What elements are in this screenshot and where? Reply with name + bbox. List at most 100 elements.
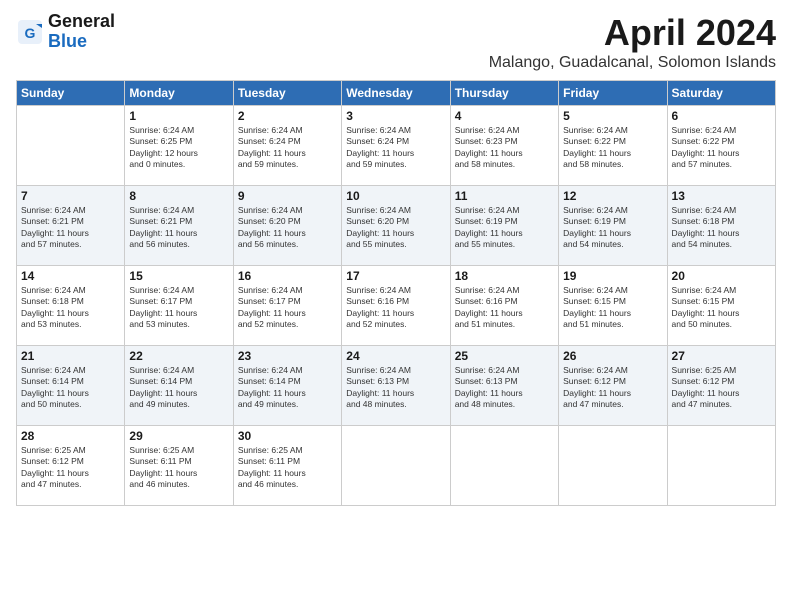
calendar-week-row: 28 Sunrise: 6:25 AMSunset: 6:12 PMDayligh… [17,426,776,506]
calendar-cell: 13Sunrise: 6:24 AMSunset: 6:18 PMDayligh… [667,186,775,266]
calendar-cell: 30 Sunrise: 6:25 AMSunset: 6:11 PMDayligh… [233,426,341,506]
day-number: 6 [672,109,771,123]
day-info: Sunrise: 6:24 AMSunset: 6:15 PMDaylight:… [563,285,662,331]
day-number: 21 [21,349,120,363]
day-info: Sunrise: 6:24 AMSunset: 6:16 PMDaylight:… [346,285,445,331]
weekday-header: Wednesday [342,81,450,106]
day-info: Sunrise: 6:24 AMSunset: 6:12 PMDaylight:… [563,365,662,411]
calendar-header-row: SundayMondayTuesdayWednesdayThursdayFrid… [17,81,776,106]
calendar-cell: 14Sunrise: 6:24 AMSunset: 6:18 PMDayligh… [17,266,125,346]
day-number: 15 [129,269,228,283]
day-number: 2 [238,109,337,123]
day-info: Sunrise: 6:24 AMSunset: 6:19 PMDaylight:… [563,205,662,251]
day-info: Sunrise: 6:24 AMSunset: 6:22 PMDaylight:… [672,125,771,171]
day-number: 17 [346,269,445,283]
calendar-cell: 11 Sunrise: 6:24 AMSunset: 6:19 PMDayligh… [450,186,558,266]
day-info: Sunrise: 6:24 AMSunset: 6:17 PMDaylight:… [129,285,228,331]
day-number: 1 [129,109,228,123]
day-number: 7 [21,189,120,203]
day-info: Sunrise: 6:24 AMSunset: 6:20 PMDaylight:… [346,205,445,251]
calendar-cell: 17 Sunrise: 6:24 AMSunset: 6:16 PMDayligh… [342,266,450,346]
calendar-cell: 8 Sunrise: 6:24 AMSunset: 6:21 PMDaylight… [125,186,233,266]
day-info: Sunrise: 6:24 AMSunset: 6:14 PMDaylight:… [129,365,228,411]
calendar-cell: 19 Sunrise: 6:24 AMSunset: 6:15 PMDayligh… [559,266,667,346]
calendar-week-row: 7 Sunrise: 6:24 AMSunset: 6:21 PMDaylight… [17,186,776,266]
day-info: Sunrise: 6:25 AMSunset: 6:12 PMDaylight:… [21,445,120,491]
day-info: Sunrise: 6:25 AMSunset: 6:11 PMDaylight:… [238,445,337,491]
calendar-cell [667,426,775,506]
day-info: Sunrise: 6:24 AMSunset: 6:19 PMDaylight:… [455,205,554,251]
calendar-cell: 1 Sunrise: 6:24 AMSunset: 6:25 PMDaylight… [125,106,233,186]
day-number: 26 [563,349,662,363]
calendar-cell: 18 Sunrise: 6:24 AMSunset: 6:16 PMDayligh… [450,266,558,346]
day-info: Sunrise: 6:25 AMSunset: 6:12 PMDaylight:… [672,365,771,411]
calendar-cell: 7 Sunrise: 6:24 AMSunset: 6:21 PMDaylight… [17,186,125,266]
logo-general: General [48,12,115,32]
svg-text:G: G [25,25,36,41]
calendar-cell: 29Sunrise: 6:25 AMSunset: 6:11 PMDayligh… [125,426,233,506]
weekday-header: Thursday [450,81,558,106]
logo-blue: Blue [48,32,115,52]
day-number: 19 [563,269,662,283]
page: G General Blue April 2024 Malango, Guada… [0,0,792,612]
day-info: Sunrise: 6:24 AMSunset: 6:20 PMDaylight:… [238,205,337,251]
calendar-cell: 25 Sunrise: 6:24 AMSunset: 6:13 PMDayligh… [450,346,558,426]
calendar-cell: 22 Sunrise: 6:24 AMSunset: 6:14 PMDayligh… [125,346,233,426]
calendar-cell [559,426,667,506]
calendar-cell: 27 Sunrise: 6:25 AMSunset: 6:12 PMDayligh… [667,346,775,426]
calendar-cell [342,426,450,506]
calendar-cell [450,426,558,506]
day-number: 11 [455,189,554,203]
day-number: 20 [672,269,771,283]
logo: G General Blue [16,12,115,52]
day-number: 27 [672,349,771,363]
day-number: 8 [129,189,228,203]
day-number: 30 [238,429,337,443]
day-info: Sunrise: 6:24 AMSunset: 6:24 PMDaylight:… [238,125,337,171]
day-number: 18 [455,269,554,283]
day-number: 10 [346,189,445,203]
calendar-cell: 5Sunrise: 6:24 AMSunset: 6:22 PMDaylight… [559,106,667,186]
calendar-cell: 12 Sunrise: 6:24 AMSunset: 6:19 PMDayligh… [559,186,667,266]
calendar-cell: 15 Sunrise: 6:24 AMSunset: 6:17 PMDayligh… [125,266,233,346]
day-number: 14 [21,269,120,283]
day-info: Sunrise: 6:24 AMSunset: 6:21 PMDaylight:… [21,205,120,251]
calendar-cell: 23Sunrise: 6:24 AMSunset: 6:14 PMDayligh… [233,346,341,426]
calendar-cell: 3Sunrise: 6:24 AMSunset: 6:24 PMDaylight… [342,106,450,186]
calendar-cell: 2 Sunrise: 6:24 AMSunset: 6:24 PMDaylight… [233,106,341,186]
day-info: Sunrise: 6:24 AMSunset: 6:14 PMDaylight:… [21,365,120,411]
day-number: 28 [21,429,120,443]
day-number: 9 [238,189,337,203]
logo-icon: G [16,18,44,46]
weekday-header: Tuesday [233,81,341,106]
day-number: 12 [563,189,662,203]
day-number: 25 [455,349,554,363]
day-number: 4 [455,109,554,123]
day-info: Sunrise: 6:24 AMSunset: 6:15 PMDaylight:… [672,285,771,331]
weekday-header: Saturday [667,81,775,106]
day-info: Sunrise: 6:24 AMSunset: 6:21 PMDaylight:… [129,205,228,251]
day-number: 23 [238,349,337,363]
day-number: 22 [129,349,228,363]
location-title: Malango, Guadalcanal, Solomon Islands [489,54,776,72]
calendar-cell [17,106,125,186]
weekday-header: Sunday [17,81,125,106]
day-info: Sunrise: 6:25 AMSunset: 6:11 PMDaylight:… [129,445,228,491]
day-number: 24 [346,349,445,363]
calendar-cell: 20 Sunrise: 6:24 AMSunset: 6:15 PMDayligh… [667,266,775,346]
header: G General Blue April 2024 Malango, Guada… [16,12,776,72]
calendar-cell: 9 Sunrise: 6:24 AMSunset: 6:20 PMDaylight… [233,186,341,266]
calendar-cell: 4Sunrise: 6:24 AMSunset: 6:23 PMDaylight… [450,106,558,186]
logo-text: General Blue [48,12,115,52]
day-info: Sunrise: 6:24 AMSunset: 6:25 PMDaylight:… [129,125,228,171]
day-info: Sunrise: 6:24 AMSunset: 6:22 PMDaylight:… [563,125,662,171]
weekday-header: Monday [125,81,233,106]
day-number: 16 [238,269,337,283]
day-number: 13 [672,189,771,203]
calendar-cell: 6 Sunrise: 6:24 AMSunset: 6:22 PMDaylight… [667,106,775,186]
calendar-week-row: 14Sunrise: 6:24 AMSunset: 6:18 PMDayligh… [17,266,776,346]
weekday-header: Friday [559,81,667,106]
day-info: Sunrise: 6:24 AMSunset: 6:17 PMDaylight:… [238,285,337,331]
day-info: Sunrise: 6:24 AMSunset: 6:13 PMDaylight:… [455,365,554,411]
day-info: Sunrise: 6:24 AMSunset: 6:16 PMDaylight:… [455,285,554,331]
